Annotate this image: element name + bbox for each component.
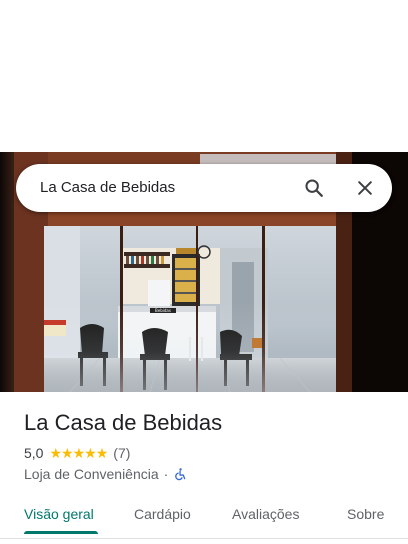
category-row: Loja de Conveniência · — [24, 465, 186, 483]
active-tab-indicator — [24, 531, 98, 534]
place-title: La Casa de Bebidas — [24, 410, 223, 435]
tab-overview[interactable]: Visão geral — [24, 496, 94, 532]
search-query[interactable]: La Casa de Bebidas — [40, 164, 175, 212]
search-icon[interactable] — [298, 172, 330, 204]
wheelchair-icon — [173, 467, 186, 481]
search-bar[interactable]: La Casa de Bebidas — [16, 164, 392, 212]
review-count[interactable]: (7) — [113, 445, 130, 461]
star-icon: ★ — [61, 445, 74, 461]
place-tabs: Visão geral Cardápio Avaliações Sobre — [0, 496, 408, 536]
star-icon: ★ — [72, 445, 86, 461]
tab-menu[interactable]: Cardápio — [134, 496, 191, 532]
tab-about[interactable]: Sobre — [347, 496, 384, 532]
tab-reviews[interactable]: Avaliações — [232, 496, 299, 532]
star-icon: ★ — [95, 445, 109, 461]
star-icon: ★ — [49, 445, 62, 461]
star-icon: ★ — [84, 445, 97, 461]
star-rating: ★ ★ ★ ★ ★ — [49, 445, 109, 461]
rating-value: 5,0 — [24, 445, 44, 461]
tabs-divider — [0, 538, 408, 539]
rating-row[interactable]: 5,0 ★ ★ ★ ★ ★ (7) — [24, 444, 130, 462]
map-blank-area — [0, 0, 408, 152]
place-category[interactable]: Loja de Conveniência — [24, 466, 159, 482]
separator-dot: · — [163, 466, 169, 482]
close-icon[interactable] — [349, 172, 381, 204]
